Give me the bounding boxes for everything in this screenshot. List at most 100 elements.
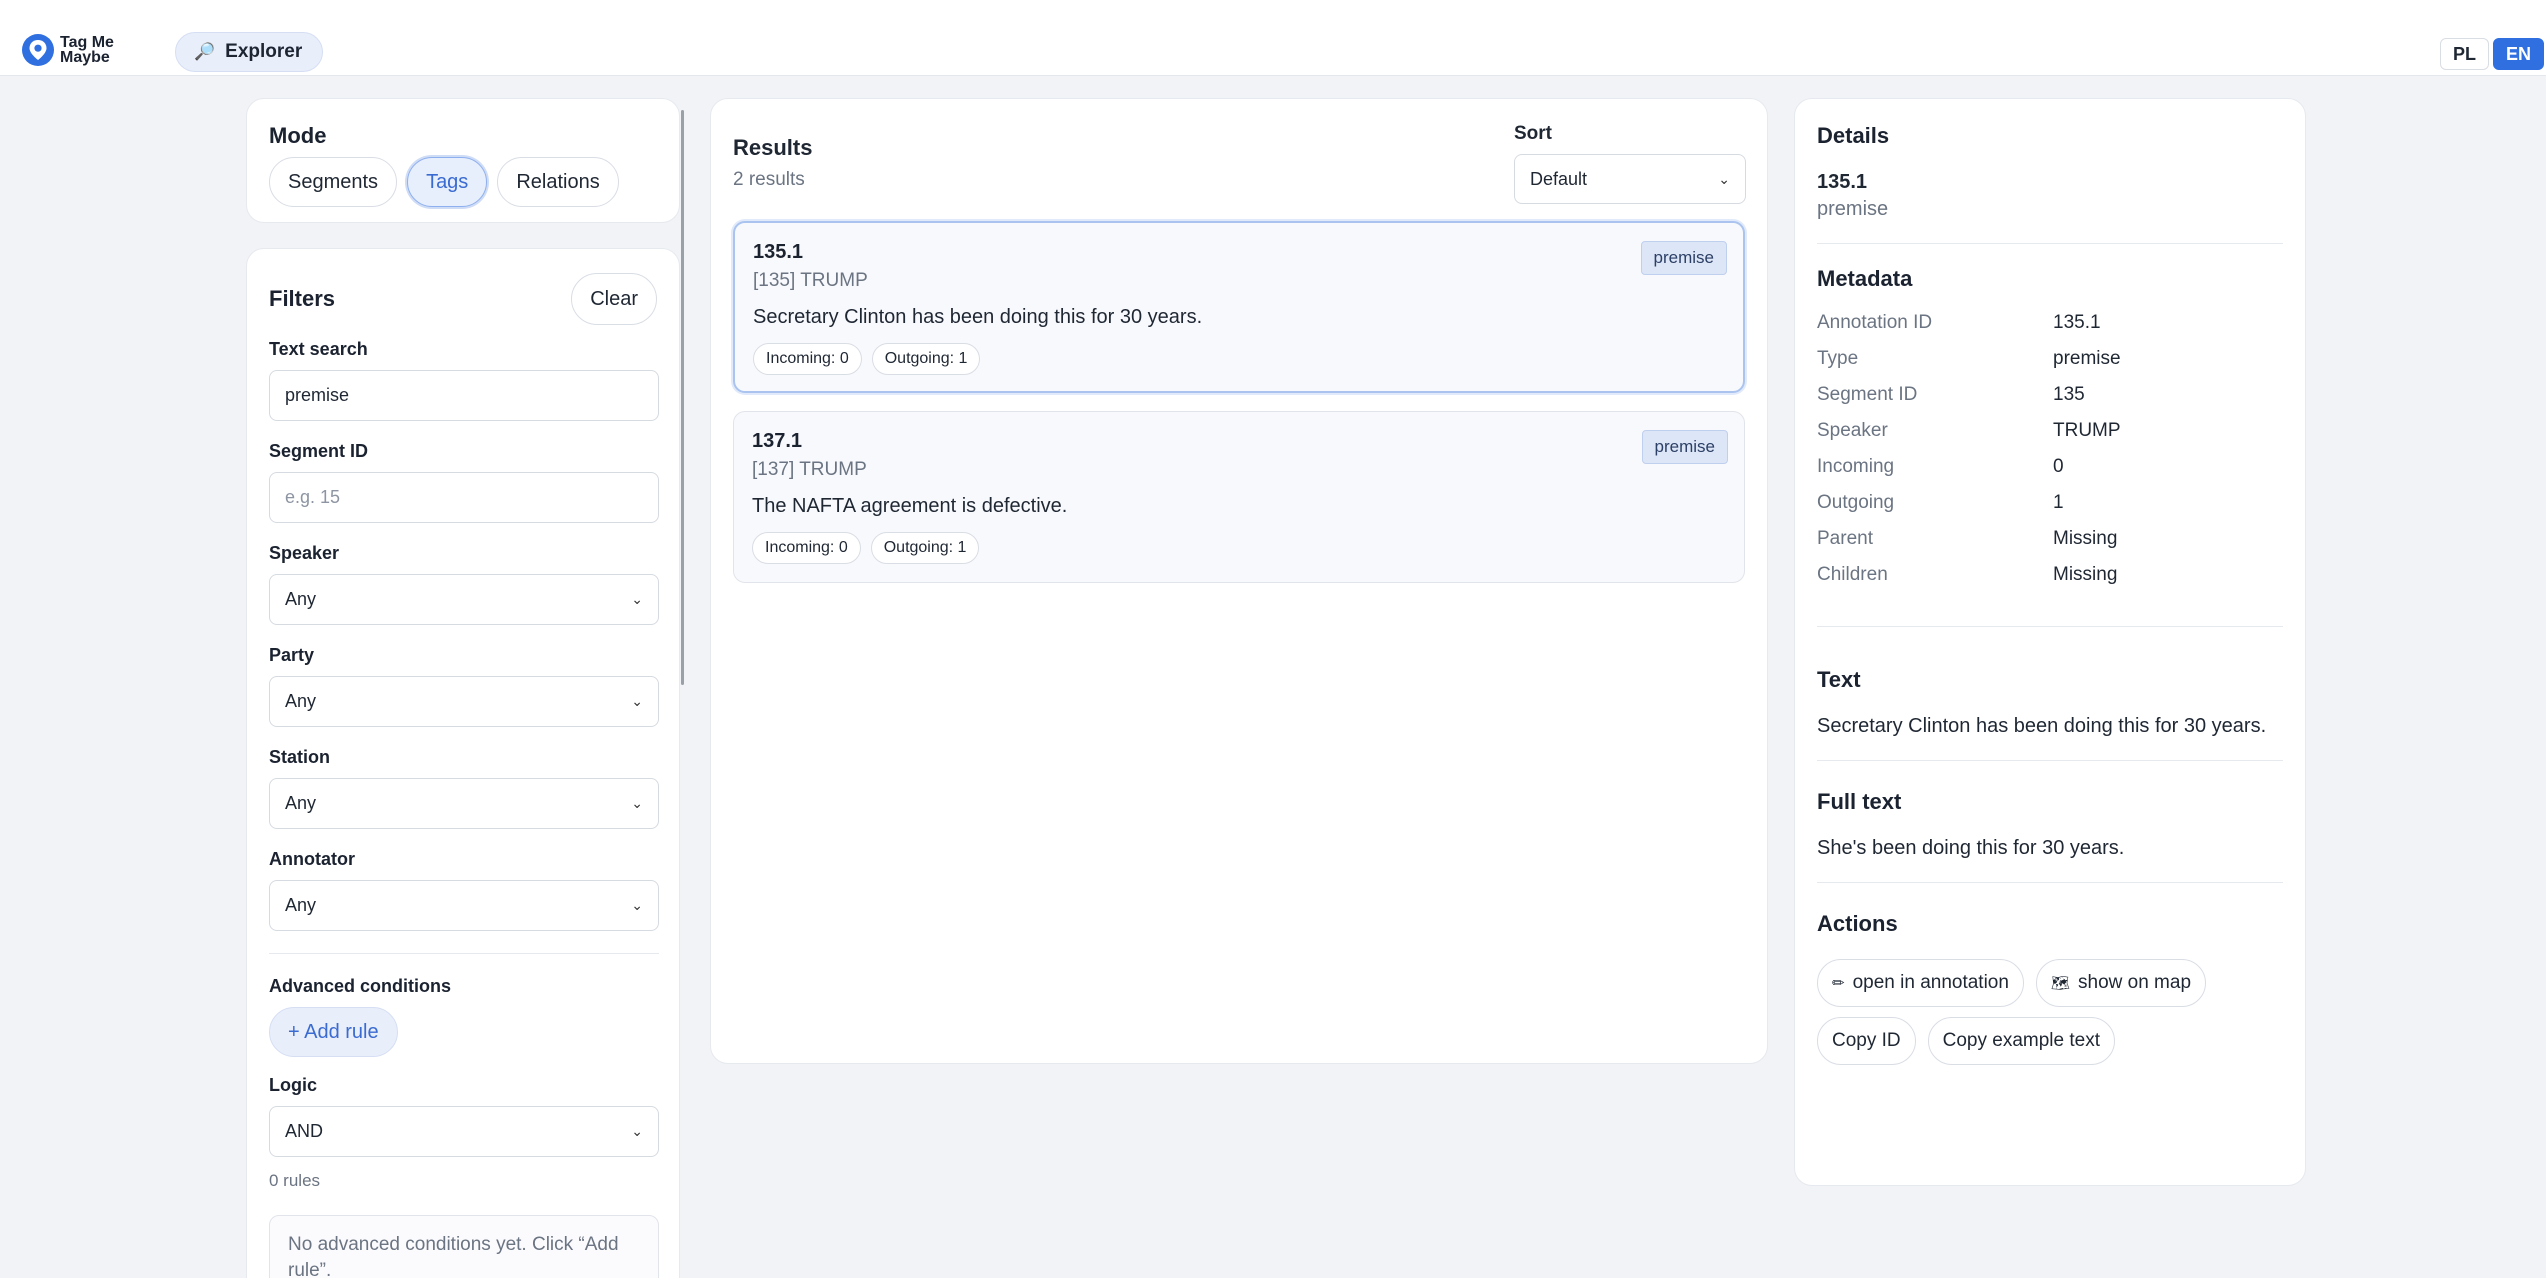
sidebar-scrollbar[interactable] [681,110,684,685]
sort-select[interactable]: Default ⌄ [1514,154,1746,204]
speaker-select[interactable]: Any ⌄ [269,574,659,625]
lang-pl-button[interactable]: PL [2440,38,2490,70]
full-text-title: Full text [1817,789,1902,814]
result-id: 137.1 [752,430,803,452]
meta-key: Children [1817,564,1888,585]
details-panel: Details 135.1 premise Metadata Annotatio… [1794,98,2306,1186]
result-card[interactable]: 137.1 [137] TRUMP The NAFTA agreement is… [733,411,1745,583]
magnifier-icon: 🔎 [194,42,216,61]
meta-key: Speaker [1817,420,1888,441]
results-panel: Results 2 results Sort Default ⌄ 135.1 [… [710,98,1768,1064]
divider [1817,626,2283,627]
divider [1817,760,2283,761]
station-value: Any [285,793,317,813]
copy-id-button[interactable]: Copy ID [1817,1017,1916,1065]
tag-badge: premise [1641,430,1728,464]
explorer-label: Explorer [225,41,303,62]
show-on-map-label: show on map [2078,972,2192,993]
add-rule-button[interactable]: + Add rule [269,1007,398,1057]
mode-segments-button[interactable]: Segments [269,157,398,207]
chevron-down-icon: ⌄ [631,795,643,811]
outgoing-count-chip: Outgoing: 1 [870,532,980,564]
party-value: Any [285,691,317,711]
meta-key: Segment ID [1817,384,1918,405]
results-count: 2 results [733,169,805,190]
explorer-nav-button[interactable]: 🔎 Explorer [175,32,324,72]
meta-key: Type [1817,348,1859,369]
annotator-label: Annotator [269,849,355,869]
brand-name-line1: Tag Me [60,34,114,51]
clear-filters-button[interactable]: Clear [571,273,657,325]
brand-logo[interactable]: Tag Me Maybe [22,34,114,66]
station-label: Station [269,747,330,767]
incoming-count-chip: Incoming: 0 [752,532,861,564]
details-full-text: She's been doing this for 30 years. [1817,837,2125,859]
tag-badge: premise [1640,241,1727,275]
pen-icon: ✏ [1832,975,1845,992]
meta-value: Missing [2053,564,2118,585]
show-on-map-button[interactable]: 🗺 show on map [2035,959,2207,1007]
meta-value: 0 [2053,456,2064,477]
empty-rules-message: No advanced conditions yet. Click “Add r… [269,1215,659,1278]
metadata-grid: Annotation ID 135.1 Type premise Segment… [1817,312,2283,586]
result-chips: Incoming: 0 Outgoing: 1 [753,343,1725,375]
mode-panel: Mode Segments Tags Relations [246,98,680,223]
mode-options: Segments Tags Relations [269,157,657,207]
actions-title: Actions [1817,911,1898,936]
top-bar: Tag Me Maybe 🔎 Explorer PL EN [0,0,2546,76]
chevron-down-icon: ⌄ [631,897,643,913]
text-search-input[interactable]: premise [269,370,659,421]
divider [1817,243,2283,244]
filters-panel: Filters Clear Text search premise Segmen… [246,248,680,1278]
party-label: Party [269,645,315,665]
brand-name: Tag Me Maybe [60,34,114,66]
result-id: 135.1 [753,241,804,263]
lang-en-button[interactable]: EN [2493,38,2545,70]
mode-tags-button[interactable]: Tags [407,157,488,207]
filters-header: Filters Clear [269,273,657,325]
meta-value: Missing [2053,528,2118,549]
meta-value: 135 [2053,384,2085,405]
open-in-annotation-button[interactable]: ✏ open in annotation [1817,959,2024,1007]
segment-id-placeholder: e.g. 15 [285,487,341,507]
result-segment: [137] TRUMP [752,459,867,480]
open-in-annotation-label: open in annotation [1852,972,2009,993]
meta-key: Incoming [1817,456,1895,477]
logic-label: Logic [269,1075,317,1095]
details-id: 135.1 [1817,171,1868,193]
result-chips: Incoming: 0 Outgoing: 1 [752,532,1726,564]
language-switch: PL EN [2440,38,2545,70]
logic-select[interactable]: AND ⌄ [269,1106,659,1157]
meta-value: premise [2053,348,2121,369]
chevron-down-icon: ⌄ [1718,170,1730,187]
actions-row: ✏ open in annotation 🗺 show on map Copy … [1817,959,2283,1075]
copy-example-text-button[interactable]: Copy example text [1927,1017,2115,1065]
speaker-value: Any [285,589,317,609]
segment-id-input[interactable]: e.g. 15 [269,472,659,523]
metadata-title: Metadata [1817,266,1913,291]
brand-name-line2: Maybe [60,49,110,66]
mode-relations-button[interactable]: Relations [497,157,619,207]
sort-label: Sort [1514,123,1552,144]
incoming-count-chip: Incoming: 0 [753,343,862,375]
results-title: Results [733,135,813,160]
meta-value: 135.1 [2053,312,2101,333]
party-select[interactable]: Any ⌄ [269,676,659,727]
station-select[interactable]: Any ⌄ [269,778,659,829]
text-title: Text [1817,667,1861,692]
meta-key: Annotation ID [1817,312,1933,333]
segment-id-label: Segment ID [269,441,369,461]
text-search-label: Text search [269,339,368,359]
divider [269,953,659,954]
filters-title: Filters [269,286,336,311]
map-icon: 🗺 [2050,975,2070,992]
annotator-select[interactable]: Any ⌄ [269,880,659,931]
result-text: The NAFTA agreement is defective. [752,495,1068,517]
mode-title: Mode [269,123,327,148]
details-text: Secretary Clinton has been doing this fo… [1817,715,2267,737]
annotator-value: Any [285,895,317,915]
outgoing-count-chip: Outgoing: 1 [871,343,981,375]
chevron-down-icon: ⌄ [631,591,643,607]
rules-count: 0 rules [269,1171,321,1190]
result-card[interactable]: 135.1 [135] TRUMP Secretary Clinton has … [733,221,1745,393]
